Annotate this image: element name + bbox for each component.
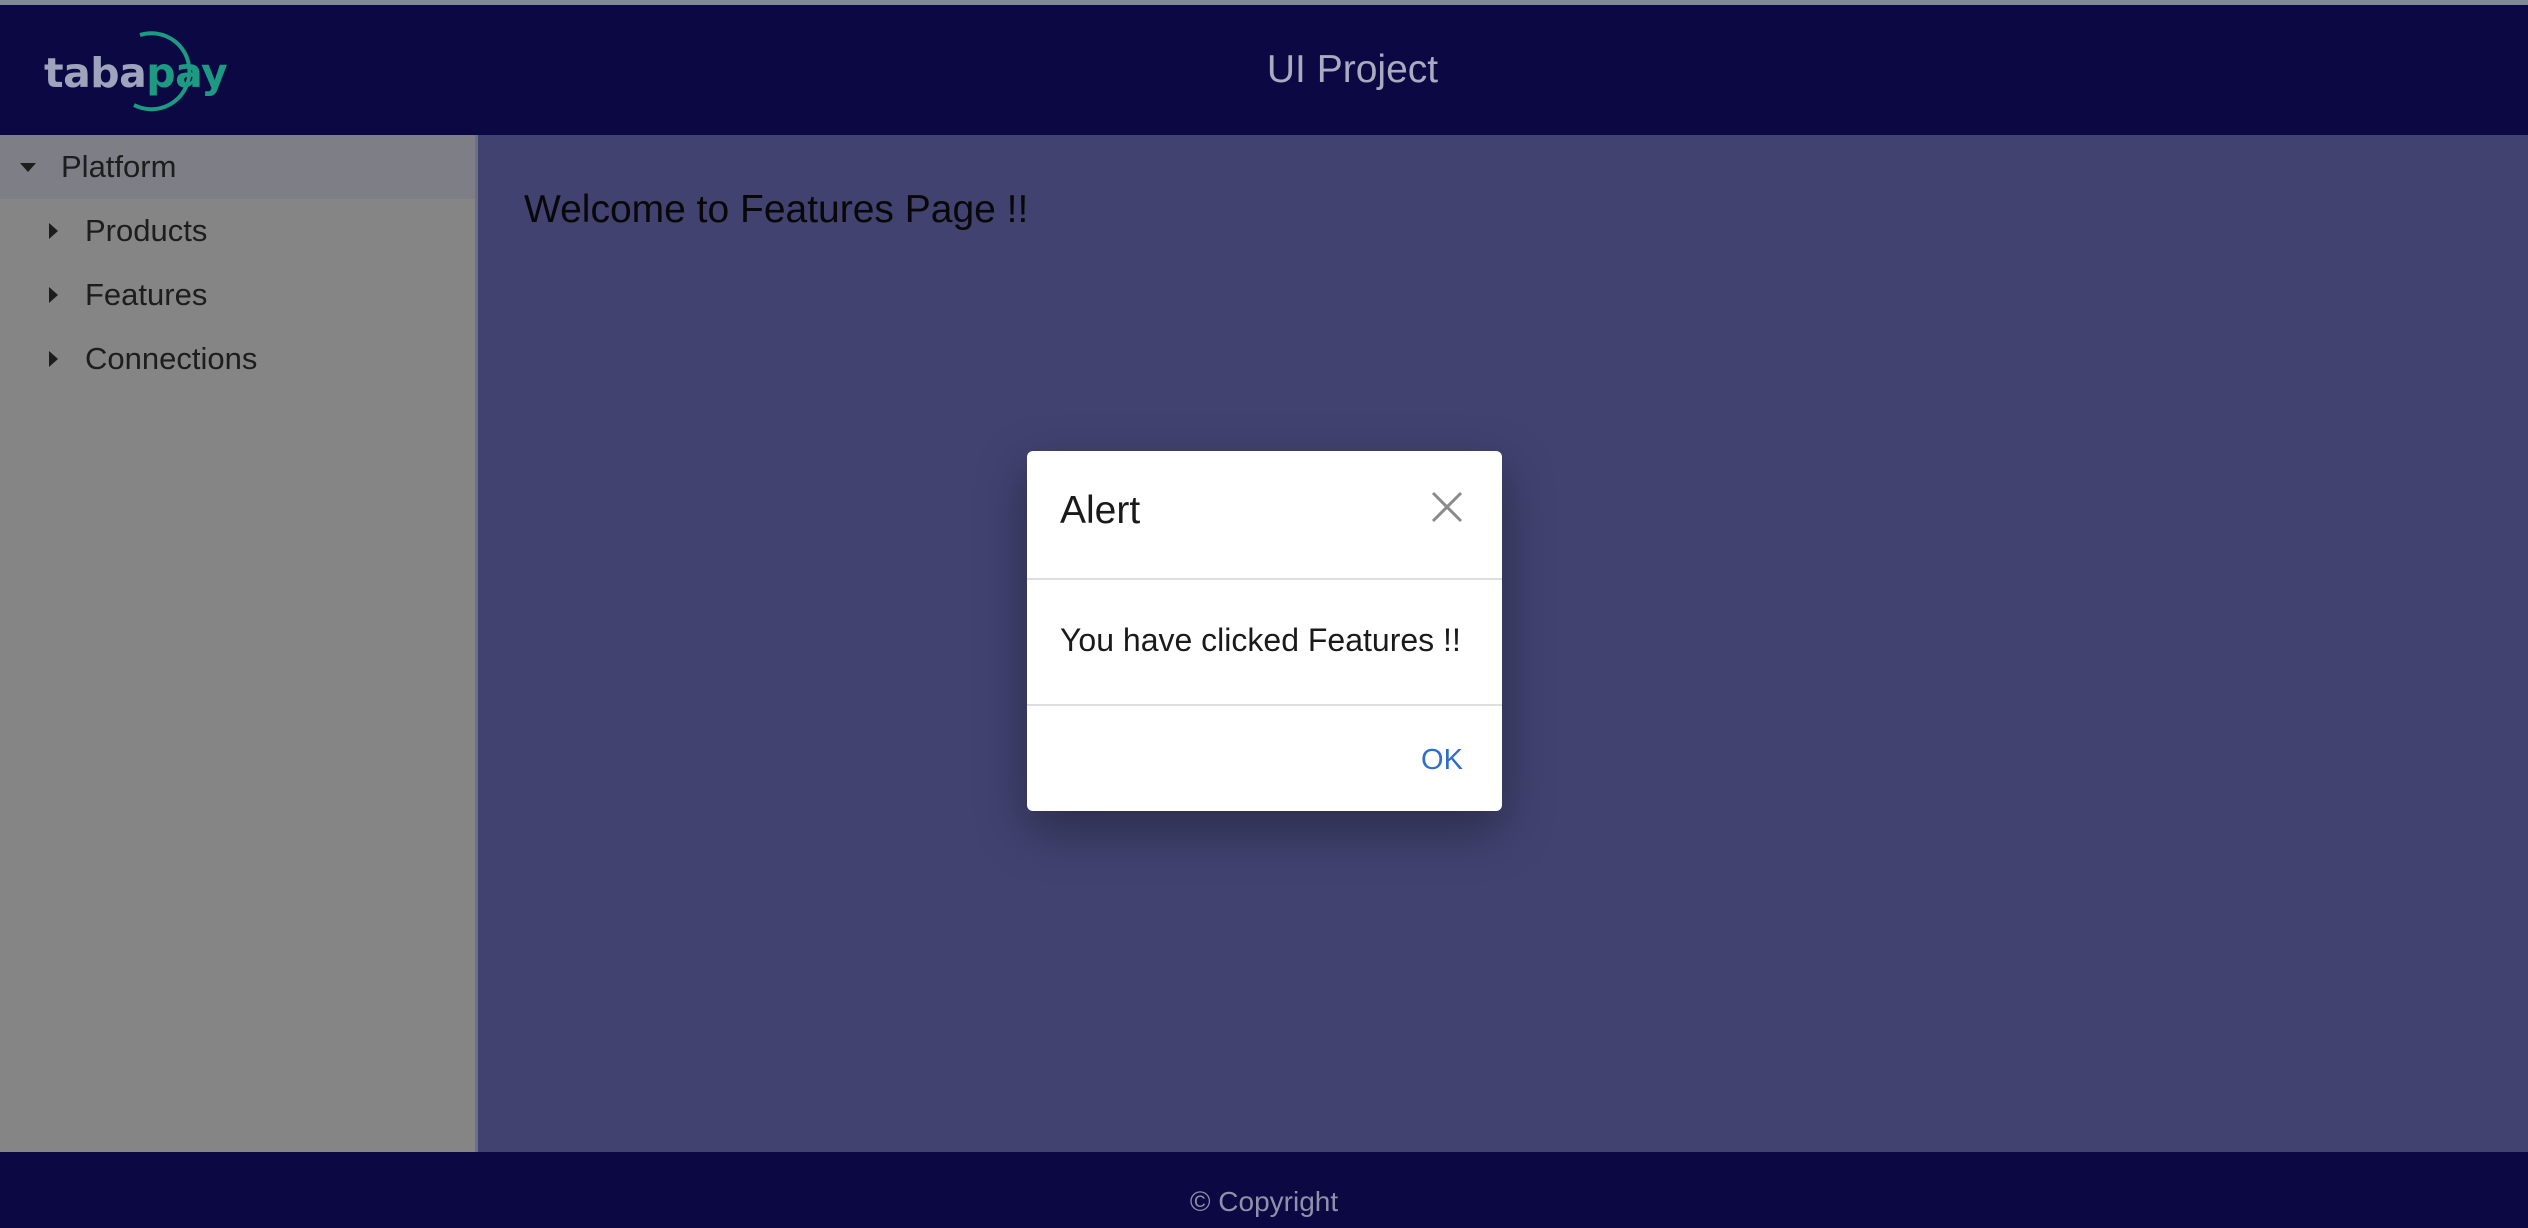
tree-item-connections[interactable]: Connections bbox=[0, 327, 475, 391]
copyright-text: © Copyright bbox=[1189, 1186, 1339, 1217]
tree-item-features[interactable]: Features bbox=[0, 263, 475, 327]
dialog-body: You have clicked Features !! bbox=[1027, 580, 1502, 706]
caret-right-icon[interactable] bbox=[49, 351, 58, 367]
close-button[interactable] bbox=[1427, 487, 1467, 527]
sidebar-tree: Platform Products Features Connections bbox=[0, 135, 478, 1152]
tree-item-platform[interactable]: Platform bbox=[0, 135, 475, 199]
tree-item-products[interactable]: Products bbox=[0, 199, 475, 263]
tree-item-label: Products bbox=[85, 213, 208, 248]
caret-down-icon[interactable] bbox=[20, 162, 36, 172]
caret-right-icon[interactable] bbox=[49, 287, 58, 303]
dialog-message: You have clicked Features !! bbox=[1060, 622, 1461, 658]
alert-dialog: Alert You have clicked Features !! OK bbox=[1027, 451, 1502, 811]
ok-button[interactable]: OK bbox=[1397, 730, 1487, 790]
tree-item-label: Platform bbox=[61, 149, 177, 184]
tree-item-label: Connections bbox=[85, 341, 258, 376]
dialog-title: Alert bbox=[1060, 489, 1141, 532]
close-icon[interactable] bbox=[1427, 487, 1467, 527]
app-title: UI Project bbox=[1266, 48, 1439, 91]
caret-right-icon[interactable] bbox=[49, 223, 58, 239]
dialog-header: Alert bbox=[1027, 451, 1502, 580]
page-title: Welcome to Features Page !! bbox=[524, 188, 1029, 231]
tree-item-label: Features bbox=[85, 277, 208, 312]
